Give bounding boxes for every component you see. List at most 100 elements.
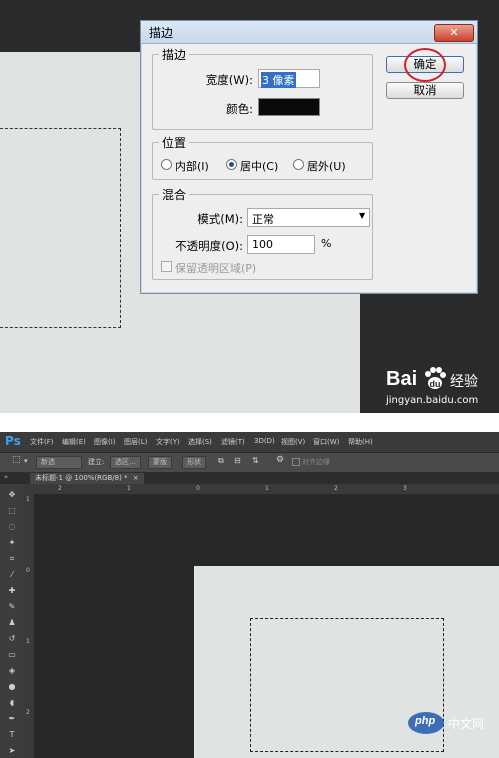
menu-3d[interactable]: 3D(D) — [254, 437, 275, 445]
stroke-dialog-screenshot: 描边 ✕ 描边 宽度(W): 3 像素 颜色: 位置 内部(I) 居中(C) 居… — [0, 0, 499, 413]
menu-help[interactable]: 帮助(H) — [348, 437, 373, 447]
opacity-unit: % — [321, 237, 332, 250]
healing-brush-tool-icon[interactable]: ✚ — [7, 586, 17, 596]
lasso-tool-icon[interactable]: ◌ — [7, 522, 17, 532]
radio-circle-selected — [226, 159, 237, 170]
path-operations-icon[interactable]: ⧉ — [218, 456, 224, 466]
opacity-input[interactable]: 100 — [247, 235, 315, 254]
ruler-label: 1 — [127, 485, 131, 492]
watermark-brand: Bai — [386, 368, 418, 390]
radio-circle — [293, 159, 304, 170]
width-value: 3 像素 — [261, 72, 296, 88]
close-icon: ✕ — [449, 26, 459, 39]
opacity-label: 不透明度(O): — [175, 239, 243, 253]
build-label: 建立: — [88, 458, 105, 466]
menu-bar: Ps 文件(F) 编辑(E) 图像(I) 图层(L) 文字(Y) 选择(S) 滤… — [0, 432, 499, 453]
mode-label: 模式(M): — [197, 212, 243, 226]
ruler-label: 0 — [196, 485, 200, 492]
menu-layer[interactable]: 图层(L) — [124, 437, 147, 447]
shape-button[interactable]: 形状 — [182, 456, 206, 469]
php-logo-text: 中文网 — [448, 717, 485, 731]
mask-button-label: 蒙版 — [153, 458, 167, 466]
opacity-value: 100 — [252, 238, 273, 251]
blend-group-title: 混合 — [159, 186, 190, 203]
ruler-label: 2 — [58, 485, 62, 492]
clone-stamp-tool-icon[interactable]: ♟ — [7, 618, 17, 628]
gear-icon[interactable]: ⚙ — [276, 455, 284, 465]
chevron-down-icon: ▼ — [359, 211, 366, 220]
radio-dot — [229, 162, 234, 167]
mask-button[interactable]: 蒙版 — [148, 456, 172, 469]
options-bar: ⬚ ▾ 新选 建立: 选区... 蒙版 形状 ⧉ ⊟ ⇅ ⚙ 对齐边缘 — [0, 453, 499, 473]
document-tab-label: 未标题-1 @ 100%(RGB/8) * — [35, 474, 128, 482]
marquee-tool-icon[interactable]: ⬚ — [12, 455, 21, 465]
svg-text:du: du — [430, 379, 441, 389]
align-edges-label: 对齐边缘 — [302, 458, 330, 466]
preserve-label: 保留透明区域(P) — [175, 262, 257, 275]
menu-view[interactable]: 视图(V) — [281, 437, 305, 447]
php-cn-logo: php 中文网 — [408, 710, 496, 738]
menu-select[interactable]: 选择(S) — [188, 437, 212, 447]
close-icon[interactable]: × — [133, 474, 139, 482]
menu-edit[interactable]: 编辑(E) — [62, 437, 86, 447]
collapse-icon[interactable]: » — [4, 473, 8, 481]
stroke-group: 描边 宽度(W): 3 像素 颜色: — [152, 46, 373, 130]
type-tool-icon[interactable]: T — [7, 730, 17, 740]
blur-tool-icon[interactable]: ● — [7, 682, 17, 692]
selection-button[interactable]: 选区... — [110, 456, 141, 469]
ruler-label: 1 — [26, 496, 30, 503]
stroke-dialog: 描边 ✕ 描边 宽度(W): 3 像素 颜色: 位置 内部(I) 居中(C) 居… — [140, 20, 478, 294]
align-edges-checkbox[interactable] — [292, 458, 300, 466]
menu-file[interactable]: 文件(F) — [30, 437, 54, 447]
php-logo-badge: php — [408, 712, 444, 734]
ruler-label: 2 — [334, 485, 338, 492]
pen-tool-icon[interactable]: ✒ — [7, 714, 17, 724]
menu-type[interactable]: 文字(Y) — [156, 437, 180, 447]
mode-value: 正常 — [252, 213, 274, 226]
position-group-title: 位置 — [159, 134, 190, 151]
width-input[interactable]: 3 像素 — [258, 69, 320, 88]
document-tab[interactable]: 未标题-1 @ 100%(RGB/8) * × — [30, 473, 144, 484]
cancel-label: 取消 — [413, 83, 437, 97]
paw-icon: du — [425, 367, 446, 389]
align-icon[interactable]: ⊟ — [234, 456, 241, 465]
close-button[interactable]: ✕ — [434, 24, 474, 42]
radio-label: 居中(C) — [240, 160, 279, 173]
chevron-down-icon[interactable]: ▾ — [24, 457, 28, 465]
dialog-titlebar: 描边 ✕ — [141, 21, 477, 44]
dodge-tool-icon[interactable]: ◖ — [7, 698, 17, 708]
php-logo-mark: php — [415, 715, 436, 727]
highlight-circle — [404, 48, 446, 82]
brush-tool-icon[interactable]: ✎ — [7, 602, 17, 612]
paint-bucket-tool-icon[interactable]: ◈ — [7, 666, 17, 676]
horizontal-ruler: 2 1 0 1 2 3 — [24, 484, 499, 495]
width-label: 宽度(W): — [205, 73, 253, 87]
eraser-tool-icon[interactable]: ▭ — [7, 650, 17, 660]
arrange-icon[interactable]: ⇅ — [252, 456, 259, 465]
stroke-group-title: 描边 — [159, 46, 190, 63]
ruler-label: 1 — [265, 485, 269, 492]
move-tool-icon[interactable]: ✥ — [7, 490, 17, 500]
radio-label: 内部(I) — [175, 160, 209, 173]
blend-group: 混合 模式(M): 正常 ▼ 不透明度(O): 100 % 保留透明区域(P) — [152, 186, 373, 280]
color-swatch[interactable] — [258, 98, 320, 116]
baidu-jingyan-watermark: Bai du 经验 jingyan.baidu.com — [384, 364, 494, 410]
path-selection-tool-icon[interactable]: ➤ — [7, 746, 17, 756]
menu-filter[interactable]: 滤镜(T) — [221, 437, 245, 447]
selection-mode-select[interactable]: 新选 — [36, 456, 82, 469]
menu-image[interactable]: 图像(I) — [94, 437, 116, 447]
cancel-button[interactable]: 取消 — [386, 82, 464, 99]
crop-tool-icon[interactable]: ⌗ — [7, 554, 17, 564]
selection-marquee — [0, 128, 121, 328]
menu-window[interactable]: 窗口(W) — [313, 437, 339, 447]
marquee-tool-icon[interactable]: ⬚ — [7, 506, 17, 516]
history-brush-tool-icon[interactable]: ↺ — [7, 634, 17, 644]
photoshop-screenshot: Ps 文件(F) 编辑(E) 图像(I) 图层(L) 文字(Y) 选择(S) 滤… — [0, 432, 499, 758]
ruler-label: 3 — [403, 485, 407, 492]
eyedropper-tool-icon[interactable]: ⁄ — [7, 570, 17, 580]
mode-select[interactable]: 正常 ▼ — [247, 208, 370, 227]
dialog-title: 描边 — [149, 26, 174, 40]
magic-wand-tool-icon[interactable]: ✦ — [7, 538, 17, 548]
watermark-suffix: 经验 — [450, 374, 478, 390]
watermark-url: jingyan.baidu.com — [386, 395, 479, 406]
